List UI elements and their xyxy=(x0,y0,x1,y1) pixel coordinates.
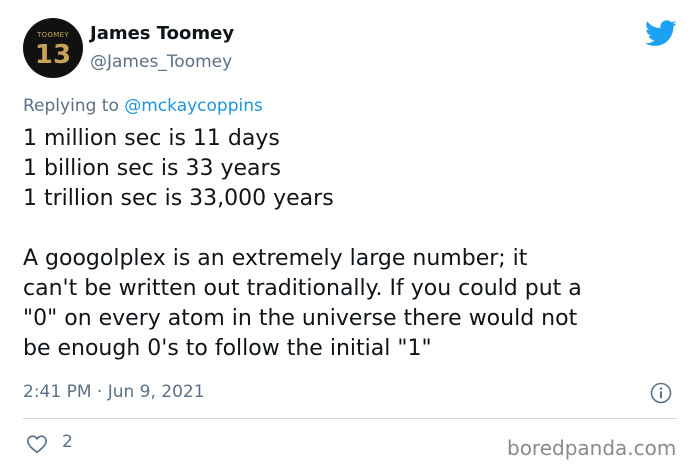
tweet-text: 1 million sec is 11 days 1 billion sec i… xyxy=(23,124,683,364)
tweet-paragraph-line: A googolplex is an extremely large numbe… xyxy=(23,246,528,271)
watermark: boredpanda.com xyxy=(507,436,677,460)
tweet-line: 1 billion sec is 33 years xyxy=(23,156,281,181)
tweet-paragraph-line: be enough 0's to follow the initial "1" xyxy=(23,336,432,361)
author-display-name[interactable]: James Toomey xyxy=(90,23,234,44)
tweet-paragraph-line: can't be written out traditionally. If y… xyxy=(23,276,582,301)
avatar-number: 13 xyxy=(34,40,72,70)
like-count: 2 xyxy=(62,432,73,452)
tweet-line: 1 trillion sec is 33,000 years xyxy=(23,186,334,211)
heart-icon[interactable] xyxy=(26,434,48,454)
avatar-team-text: TOOMEY xyxy=(37,31,69,39)
replying-to: Replying to @mckaycoppins xyxy=(23,96,263,116)
author-handle[interactable]: @James_Toomey xyxy=(90,52,232,72)
tweet-line: 1 million sec is 11 days xyxy=(23,126,280,151)
replying-to-mention[interactable]: @mckaycoppins xyxy=(124,96,263,116)
tweet-timestamp[interactable]: 2:41 PM · Jun 9, 2021 xyxy=(23,382,205,402)
divider xyxy=(23,418,677,419)
info-icon[interactable] xyxy=(650,382,672,404)
tweet-paragraph-line: "0" on every atom in the universe there … xyxy=(23,306,578,331)
twitter-bird-icon[interactable] xyxy=(645,20,677,47)
avatar[interactable]: TOOMEY 13 xyxy=(23,18,83,78)
replying-to-prefix: Replying to xyxy=(23,96,119,116)
